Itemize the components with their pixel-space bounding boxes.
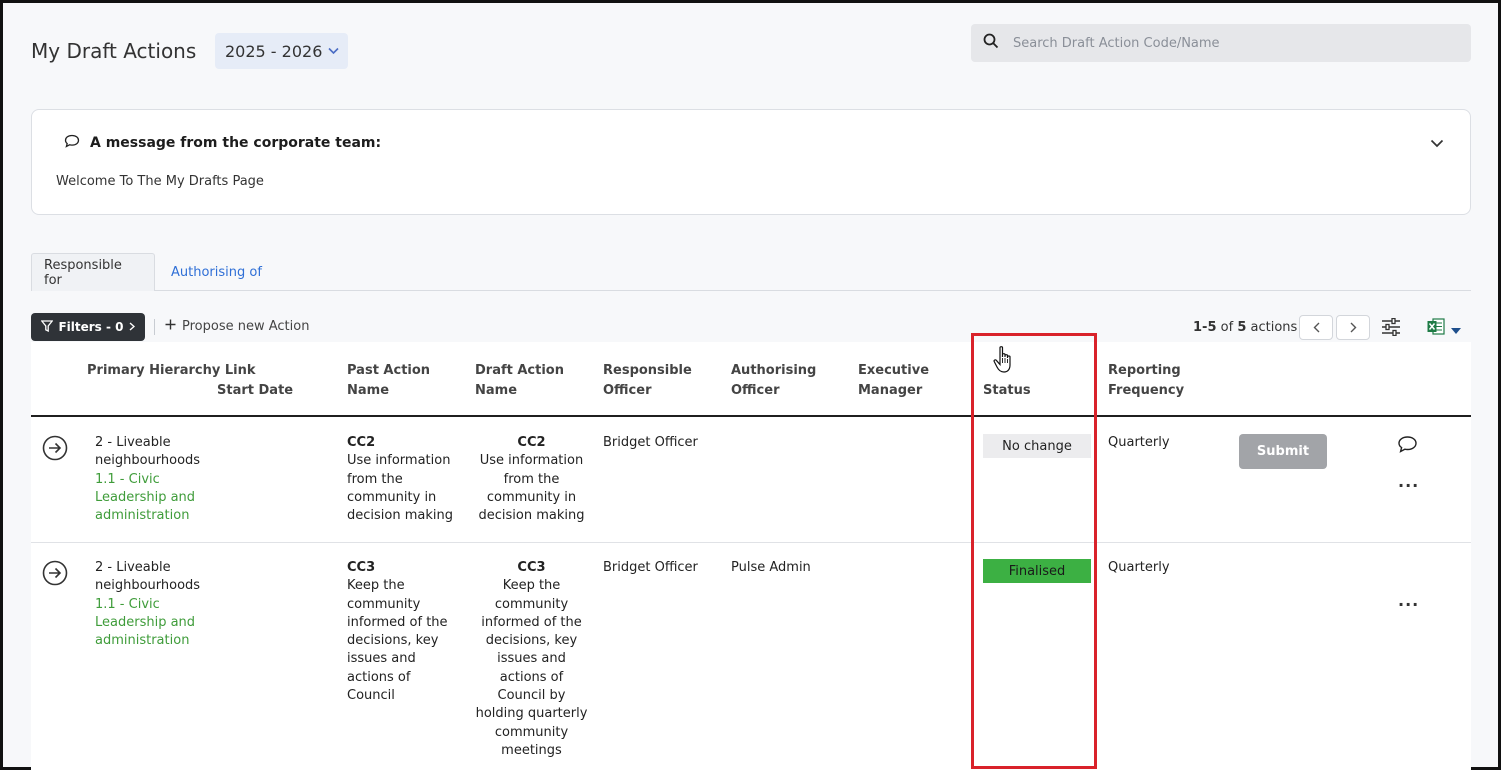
tab-responsible-for[interactable]: Responsible for (31, 253, 155, 291)
more-options-icon[interactable]: ... (1398, 472, 1419, 491)
column-header-reporting-frequency[interactable]: Reporting Frequency (1108, 361, 1208, 401)
message-body: Welcome To The My Drafts Page (56, 174, 264, 189)
filters-label: Filters - 0 (58, 320, 124, 334)
column-header-responsible-officer[interactable]: Responsible Officer (603, 361, 703, 401)
next-page-button[interactable] (1336, 315, 1370, 340)
table-row-2-authorising-officer: Pulse Admin (731, 560, 811, 575)
chevron-down-icon (328, 44, 339, 58)
table-row-2-past-action: CC3 Keep the community informed of the d… (347, 559, 455, 705)
table-row-2-responsible-officer: Bridget Officer (603, 560, 698, 575)
column-header-start-date[interactable]: Start Date (217, 381, 293, 401)
open-action-arrow-icon[interactable] (42, 435, 68, 465)
chevron-right-icon (129, 320, 135, 334)
message-title: A message from the corporate team: (90, 135, 382, 151)
draft-action-code: CC2 (517, 435, 546, 450)
header-divider (31, 415, 1471, 417)
excel-export-button[interactable] (1427, 318, 1461, 339)
filters-button[interactable]: Filters - 0 (31, 313, 145, 341)
table-row-2-frequency: Quarterly (1108, 560, 1170, 575)
chevron-left-icon (1313, 322, 1319, 333)
table-row-1-past-action: CC2 Use information from the community i… (347, 434, 459, 525)
year-select[interactable]: 2025 - 2026 (215, 33, 348, 69)
tab-bar: Responsible for Authorising of (31, 253, 1471, 291)
column-header-draft-action-name[interactable]: Draft Action Name (475, 361, 575, 401)
draft-action-code: CC3 (517, 560, 546, 575)
sub-hierarchy-link[interactable]: 1.1 - Civic Leadership and administratio… (95, 596, 213, 651)
excel-icon (1427, 318, 1445, 339)
message-title-row: A message from the corporate team: (64, 134, 381, 152)
row-divider (31, 542, 1471, 543)
pagination-unit: actions (1250, 320, 1298, 335)
column-header-executive-manager[interactable]: Executive Manager (858, 361, 958, 401)
pagination-summary: 1-5 of 5 actions (1193, 320, 1297, 335)
chevron-right-icon (1350, 322, 1356, 333)
table-row-1-responsible-officer: Bridget Officer (603, 435, 698, 450)
past-action-name: Keep the community informed of the decis… (347, 578, 448, 704)
column-header-status[interactable]: Status (983, 381, 1031, 401)
filter-icon (40, 319, 55, 335)
search-bar[interactable] (971, 24, 1471, 62)
past-action-code: CC2 (347, 435, 376, 450)
table-row-2-draft-action: CC3 Keep the community informed of the d… (475, 559, 588, 760)
pagination-of: of (1220, 320, 1234, 335)
more-options-icon[interactable]: ... (1398, 591, 1419, 610)
propose-action-button[interactable]: Propose new Action (165, 319, 309, 334)
open-action-arrow-icon[interactable] (42, 560, 68, 590)
divider (154, 319, 155, 335)
speech-bubble-icon (64, 134, 80, 152)
draft-action-name: Keep the community informed of the decis… (475, 578, 588, 758)
year-select-value: 2025 - 2026 (225, 41, 323, 61)
table-row-1-draft-action: CC2 Use information from the community i… (475, 434, 588, 525)
table-row-2-hierarchy: 2 - Liveable neighbourhoods 1.1 - Civic … (95, 559, 213, 650)
submit-button[interactable]: Submit (1239, 434, 1327, 469)
status-badge: No change (983, 434, 1091, 458)
past-action-name: Use information from the community in de… (347, 453, 453, 524)
sub-hierarchy-link[interactable]: 1.1 - Civic Leadership and administratio… (95, 471, 213, 526)
plus-icon (165, 319, 176, 334)
chevron-down-icon[interactable] (1430, 136, 1444, 152)
search-icon (983, 33, 999, 53)
column-header-primary-hierarchy-link[interactable]: Primary Hierarchy Link (87, 361, 255, 381)
pagination-range: 1-5 (1193, 320, 1217, 335)
column-settings-icon[interactable] (1381, 317, 1401, 340)
hierarchy-text: 2 - Liveable neighbourhoods (95, 560, 201, 594)
previous-page-button[interactable] (1299, 315, 1333, 340)
hierarchy-text: 2 - Liveable neighbourhoods (95, 435, 201, 469)
column-header-authorising-officer[interactable]: Authorising Officer (731, 361, 831, 401)
comment-icon[interactable] (1397, 435, 1418, 458)
search-input[interactable] (1013, 35, 1433, 51)
status-badge: Finalised (983, 559, 1091, 583)
table-row-1-hierarchy: 2 - Liveable neighbourhoods 1.1 - Civic … (95, 434, 213, 525)
page-title: My Draft Actions (31, 39, 197, 63)
caret-down-icon (1451, 319, 1461, 338)
tab-authorising-of[interactable]: Authorising of (159, 253, 274, 291)
propose-action-label: Propose new Action (182, 319, 310, 334)
draft-actions-table: Primary Hierarchy Link Start Date Past A… (31, 342, 1471, 770)
past-action-code: CC3 (347, 560, 376, 575)
table-toolbar: Filters - 0 Propose new Action 1-5 of 5 … (31, 312, 1471, 342)
draft-action-name: Use information from the community in de… (478, 453, 585, 524)
message-card: A message from the corporate team: Welco… (31, 109, 1471, 215)
table-row-1-frequency: Quarterly (1108, 435, 1170, 450)
column-header-past-action-name[interactable]: Past Action Name (347, 361, 447, 401)
hand-cursor-icon (993, 345, 1017, 379)
pagination-total: 5 (1237, 320, 1247, 335)
